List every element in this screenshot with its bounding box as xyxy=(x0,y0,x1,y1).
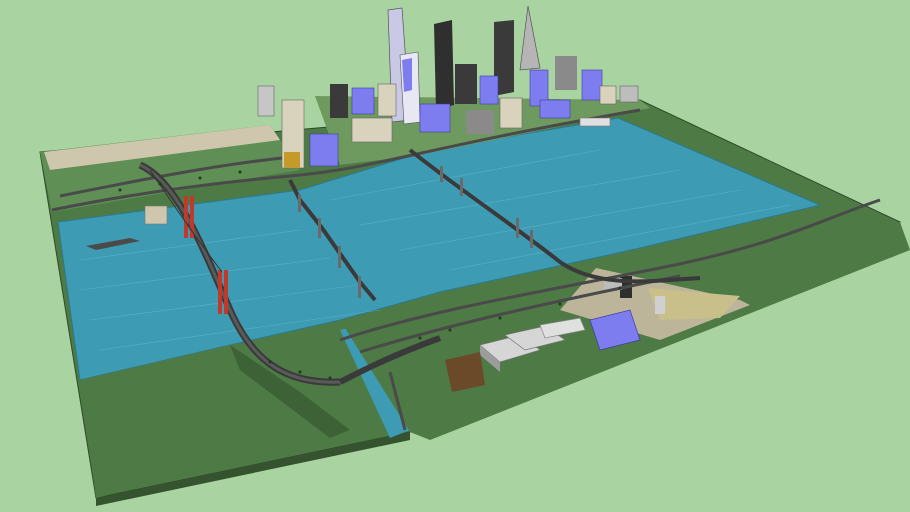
pier-left xyxy=(144,205,168,225)
bridge-tower-2 xyxy=(218,270,222,314)
city-model-canvas xyxy=(0,0,910,512)
tall-tower-2 xyxy=(434,20,454,110)
bridge-tower-1 xyxy=(184,196,188,238)
pier-right xyxy=(579,117,611,127)
city-model-scene xyxy=(0,0,910,512)
